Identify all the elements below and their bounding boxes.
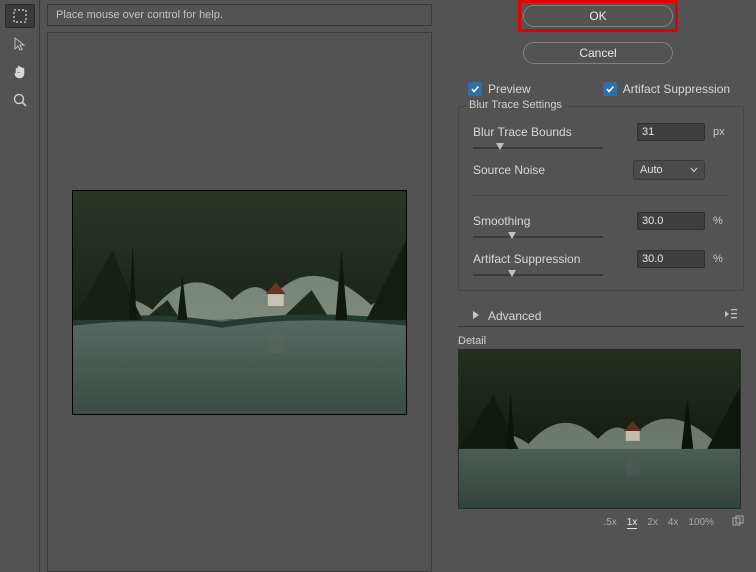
ok-button-highlight: OK	[518, 0, 678, 32]
zoom-100[interactable]: 100%	[688, 517, 714, 528]
smoothing-label: Smoothing	[473, 214, 637, 228]
advanced-label: Advanced	[488, 309, 541, 323]
zoom-tool-button[interactable]	[5, 88, 35, 112]
arrow-icon	[12, 36, 28, 52]
zoom-2x[interactable]: 2x	[647, 517, 658, 528]
chevron-down-icon	[690, 167, 698, 173]
help-text: Place mouse over control for help.	[56, 9, 223, 21]
arrow-tool-button[interactable]	[5, 32, 35, 56]
preview-area[interactable]	[47, 32, 432, 572]
blur-trace-bounds-slider[interactable]	[473, 147, 603, 149]
detail-title: Detail	[458, 335, 744, 347]
ok-button[interactable]: OK	[523, 5, 673, 27]
smoothing-input[interactable]	[637, 212, 705, 230]
section-title: Blur Trace Settings	[465, 99, 566, 111]
smoothing-unit: %	[705, 215, 729, 227]
panel-menu-icon[interactable]	[724, 308, 738, 323]
separator	[473, 195, 729, 196]
help-bar: Place mouse over control for help.	[47, 4, 432, 26]
artifact-suppression-unit: %	[705, 253, 729, 265]
detail-section: Detail	[458, 335, 744, 509]
detail-image[interactable]	[458, 349, 741, 509]
zoom-4x[interactable]: 4x	[668, 517, 679, 528]
preview-checkbox-label: Preview	[488, 82, 531, 96]
marquee-tool-button[interactable]	[5, 4, 35, 28]
artifact-suppression-checkbox-label: Artifact Suppression	[623, 82, 730, 96]
advanced-row[interactable]: Advanced	[458, 305, 744, 327]
source-noise-select[interactable]: Auto	[633, 160, 705, 180]
artifact-suppression-slider[interactable]	[473, 274, 603, 276]
artifact-suppression-checkbox[interactable]	[603, 82, 617, 96]
zoom-icon	[12, 92, 28, 108]
cancel-button[interactable]: Cancel	[523, 42, 673, 64]
blur-trace-bounds-label: Blur Trace Bounds	[473, 125, 637, 139]
smoothing-slider[interactable]	[473, 236, 603, 238]
left-toolbar	[0, 0, 40, 572]
preview-image	[72, 190, 407, 415]
artifact-suppression-label: Artifact Suppression	[473, 252, 637, 266]
right-panel: OK Cancel Preview Artifact Suppression B…	[440, 0, 756, 572]
marquee-icon	[12, 8, 28, 24]
undock-icon[interactable]	[732, 515, 744, 530]
source-noise-value: Auto	[640, 164, 663, 176]
blur-trace-bounds-unit: px	[705, 126, 729, 138]
source-noise-label: Source Noise	[473, 163, 633, 177]
blur-trace-settings-section: Blur Trace Settings Blur Trace Bounds px…	[458, 106, 744, 291]
blur-trace-bounds-input[interactable]	[637, 123, 705, 141]
zoom-1x[interactable]: 1x	[627, 517, 638, 529]
artifact-suppression-input[interactable]	[637, 250, 705, 268]
hand-icon	[12, 64, 28, 80]
check-icon	[470, 84, 480, 94]
preview-checkbox[interactable]	[468, 82, 482, 96]
check-icon	[605, 84, 615, 94]
hand-tool-button[interactable]	[5, 60, 35, 84]
zoom-bar: .5x 1x 2x 4x 100%	[458, 515, 744, 530]
expand-arrow-icon	[472, 309, 480, 323]
zoom-05x[interactable]: .5x	[603, 517, 616, 528]
